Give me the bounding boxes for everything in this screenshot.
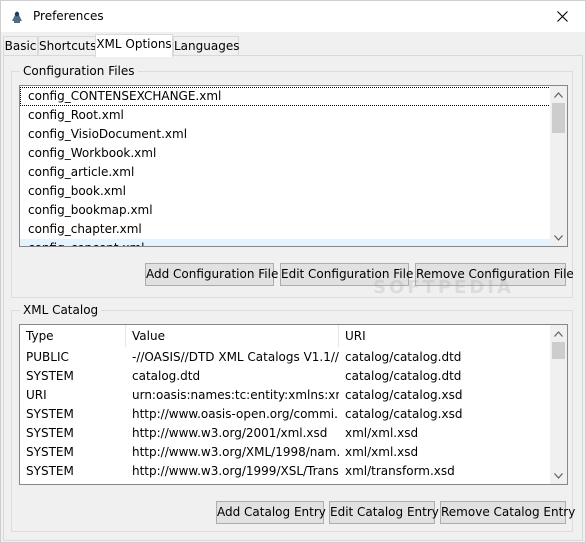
- table-row[interactable]: SYSTEM http://www.w3.org/2001/xml.xsd xm…: [20, 424, 551, 443]
- remove-catalog-entry-button[interactable]: Remove Catalog Entry: [440, 501, 575, 524]
- scroll-down-button[interactable]: [550, 229, 567, 246]
- cell-value: -//OASIS//DTD XML Catalogs V1.1//...: [132, 350, 339, 364]
- cell-type: SYSTEM: [26, 445, 74, 459]
- configuration-files-group: Configuration Files config_CONTENSEXCHAN…: [11, 63, 574, 298]
- cell-type: PUBLIC: [26, 350, 69, 364]
- cell-uri: xml/xml.xsd: [345, 426, 419, 440]
- chevron-up-icon: [554, 330, 563, 337]
- xml-catalog-table[interactable]: Type Value URI PUBLIC -//OASIS//DTD XML …: [19, 324, 568, 485]
- table-row[interactable]: SYSTEM http://www.oasis-open.org/commi..…: [20, 405, 551, 424]
- tab-xml-options[interactable]: XML Options: [95, 34, 173, 57]
- cell-uri: catalog/catalog.xsd: [345, 407, 463, 421]
- watermark: SOFTPEDIA: [373, 277, 514, 298]
- list-item[interactable]: config_CONTENSEXCHANGE.xml: [20, 87, 551, 106]
- cell-uri: xml/transform.xsd: [345, 464, 455, 478]
- chevron-down-icon: [554, 234, 563, 241]
- xml-catalog-title: XML Catalog: [20, 302, 102, 318]
- preferences-window: Preferences Basic Shortcuts XML Options …: [0, 0, 586, 543]
- scroll-down-button[interactable]: [550, 467, 567, 484]
- configuration-files-list[interactable]: config_CONTENSEXCHANGE.xml config_Root.x…: [19, 85, 568, 247]
- cell-type: SYSTEM: [26, 464, 74, 478]
- table-row[interactable]: SYSTEM catalog.dtd catalog/catalog.dtd: [20, 367, 551, 386]
- tab-shortcuts[interactable]: Shortcuts: [38, 36, 96, 56]
- cell-uri: catalog/catalog.dtd: [345, 369, 462, 383]
- column-header-value[interactable]: Value: [126, 325, 339, 347]
- add-configuration-file-button[interactable]: Add Configuration File: [145, 263, 278, 286]
- chevron-down-icon: [554, 472, 563, 479]
- config-list-scrollbar[interactable]: [550, 86, 567, 246]
- scroll-thumb[interactable]: [552, 342, 565, 359]
- list-item[interactable]: config_chapter.xml: [20, 220, 551, 239]
- edit-catalog-entry-button[interactable]: Edit Catalog Entry: [329, 501, 439, 524]
- column-header-type[interactable]: Type: [20, 325, 126, 347]
- list-item[interactable]: config_bookmap.xml: [20, 201, 551, 220]
- xml-options-panel: Configuration Files config_CONTENSEXCHAN…: [3, 55, 583, 541]
- cell-type: SYSTEM: [26, 407, 74, 421]
- cell-type: SYSTEM: [26, 369, 74, 383]
- scroll-up-button[interactable]: [550, 325, 567, 342]
- cell-value: catalog.dtd: [132, 369, 201, 383]
- app-icon: [12, 11, 22, 23]
- list-item[interactable]: config_Root.xml: [20, 106, 551, 125]
- list-item[interactable]: config_book.xml: [20, 182, 551, 201]
- cell-value: http://www.oasis-open.org/commi...: [132, 407, 339, 421]
- add-catalog-entry-button[interactable]: Add Catalog Entry: [216, 501, 326, 524]
- table-row[interactable]: PUBLIC -//OASIS//DTD XML Catalogs V1.1//…: [20, 348, 551, 367]
- close-button[interactable]: [539, 1, 585, 32]
- cell-uri: catalog/catalog.dtd: [345, 350, 462, 364]
- chevron-up-icon: [554, 91, 563, 98]
- window-title: Preferences: [33, 9, 104, 23]
- cell-value: urn:oasis:names:tc:entity:xmlns:xml:...: [132, 388, 339, 402]
- close-icon: [556, 11, 568, 22]
- catalog-table-scrollbar[interactable]: [550, 325, 567, 484]
- tab-languages[interactable]: Languages: [173, 36, 239, 56]
- title-bar[interactable]: Preferences: [1, 1, 585, 32]
- configuration-files-title: Configuration Files: [20, 63, 138, 79]
- list-item[interactable]: config_article.xml: [20, 163, 551, 182]
- cell-uri: catalog/catalog.xsd: [345, 388, 463, 402]
- list-item[interactable]: config_concept.xml: [20, 239, 551, 246]
- list-item[interactable]: config_VisioDocument.xml: [20, 125, 551, 144]
- tab-basic[interactable]: Basic: [3, 36, 38, 56]
- cell-value: http://www.w3.org/XML/1998/nam...: [132, 445, 339, 459]
- column-header-uri[interactable]: URI: [339, 325, 551, 347]
- cell-value: http://www.w3.org/2001/xml.xsd: [132, 426, 328, 440]
- cell-uri: xml/xml.xsd: [345, 445, 419, 459]
- cell-type: SYSTEM: [26, 426, 74, 440]
- cell-value: http://www.w3.org/1999/XSL/Trans...: [132, 464, 339, 478]
- scroll-up-button[interactable]: [550, 86, 567, 103]
- cell-type: URI: [26, 388, 47, 402]
- scroll-thumb[interactable]: [552, 103, 565, 133]
- xml-catalog-group: XML Catalog Type Value URI PUBLIC -//OAS…: [11, 302, 575, 532]
- table-row[interactable]: SYSTEM http://www.w3.org/XML/1998/nam...…: [20, 443, 551, 462]
- table-row[interactable]: SYSTEM http://www.w3.org/1999/XSL/Trans.…: [20, 462, 551, 481]
- table-header: Type Value URI: [20, 325, 551, 347]
- table-row[interactable]: URI urn:oasis:names:tc:entity:xmlns:xml:…: [20, 386, 551, 405]
- list-item[interactable]: config_Workbook.xml: [20, 144, 551, 163]
